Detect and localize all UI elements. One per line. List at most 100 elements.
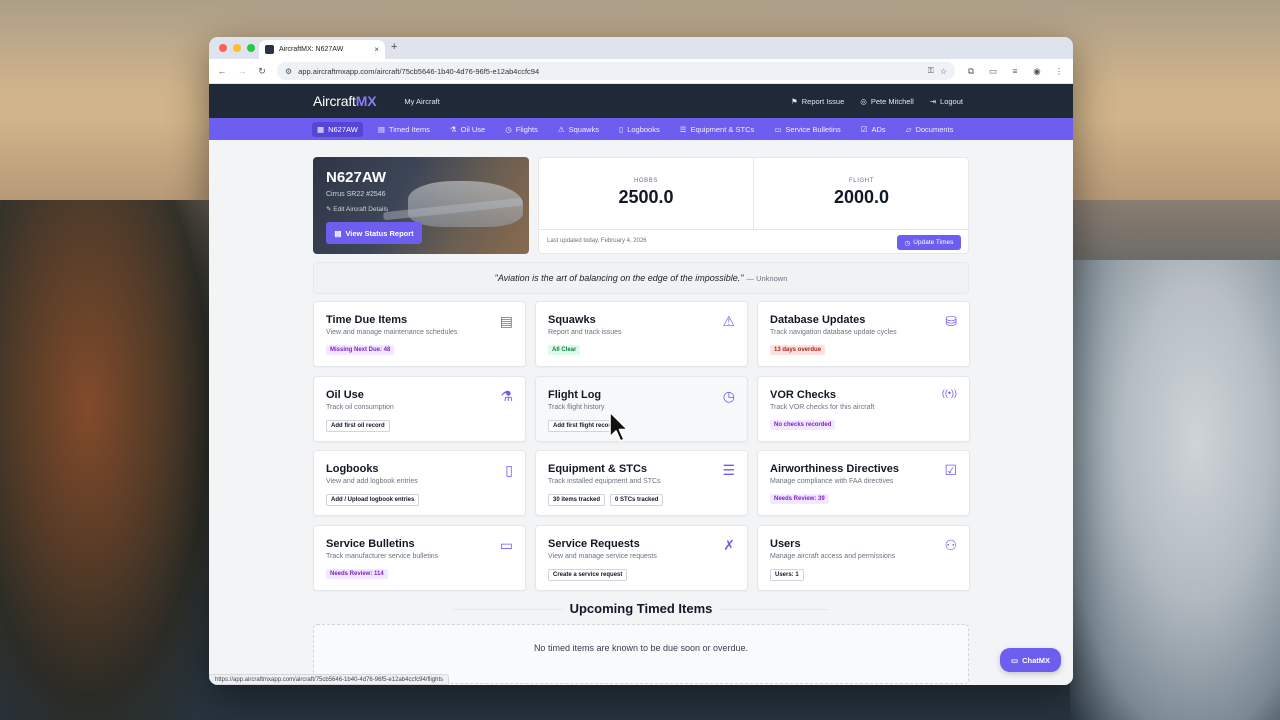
card-logbooks[interactable]: Logbooks View and add logbook entries ▯ Add… [313,450,526,516]
card-description: Track VOR checks for this aircraft [770,404,875,411]
subnav-item-label: N627AW [328,124,358,134]
card-oil-use[interactable]: Oil Use Track oil consumption ⚗ Add first o… [313,376,526,442]
card-title: Oil Use [326,389,364,401]
action-badge[interactable]: Add first oil record [326,420,390,432]
mouse-pointer-icon [609,411,629,442]
status-badge: 13 days overdue [770,345,826,355]
action-badge[interactable]: Add / Upload logbook entries [326,494,420,506]
url-text: app.aircraftmxapp.com/aircraft/75cb5646-… [298,66,540,76]
status-badge: All Clear [548,345,581,355]
view-status-report-button[interactable]: ▤ View Status Report [326,222,422,244]
subnav-item-service-bulletins[interactable]: ▭ Service Bulletins [769,122,846,137]
times-panel: HOBBS 2500.0 FLIGHT 2000.0 Last updated … [538,157,969,254]
card-badges: Needs Review: 39 [770,494,829,504]
flask-icon: ⚗ [500,388,513,404]
favicon-icon [265,45,274,54]
card-badges: Create a service request [548,569,628,581]
extensions-icon[interactable]: ⧉ [965,66,977,77]
web-page: AircraftMX My Aircraft ⚑ Report Issue ◎ Pe… [209,84,1073,685]
subnav-item-logbooks[interactable]: ▯ Logbooks [614,122,665,137]
card-database-updates[interactable]: Database Updates Track navigation databas… [757,301,970,367]
action-badge[interactable]: Users: 1 [770,569,804,581]
tab-bar: AircraftMX: N627AW × + [209,37,1073,59]
maximize-window-button[interactable] [247,44,255,52]
hobbs-value: 2500.0 [618,187,674,207]
grid-icon: ▦ [317,124,325,134]
reload-icon[interactable]: ↻ [257,66,267,77]
logout-icon: ⇥ [929,96,937,106]
action-badge[interactable]: 30 items tracked [548,494,606,506]
database-icon: ⛁ [945,313,957,329]
background-fog [1070,260,1280,720]
site-info-icon[interactable]: ⚙ [285,67,292,76]
subnav-item-timed-items[interactable]: ▤ Timed Items [373,122,435,137]
status-badge: No checks recorded [770,420,836,430]
card-title: Logbooks [326,463,379,475]
update-times-button[interactable]: ◷ Update Times [897,235,961,250]
subnav-item-oil-use[interactable]: ⚗ Oil Use [445,122,490,137]
subnav-item-squawks[interactable]: ⚠ Squawks [553,122,604,137]
forward-icon[interactable]: → [237,66,247,76]
report-document-icon: ▤ [334,228,342,238]
subnav-item-label: Logbooks [627,124,660,134]
menu-icon[interactable]: ⋮ [1053,66,1065,77]
logo-accent: MX [355,93,377,109]
user-circle-icon: ◎ [860,96,867,106]
edit-aircraft-label: Edit Aircraft Details [333,206,389,213]
browser-tab[interactable]: AircraftMX: N627AW × [259,40,385,59]
link-hover-status: https://app.aircraftmxapp.com/aircraft/7… [209,674,450,685]
subnav-item-ads[interactable]: ☑ ADs [856,122,891,137]
card-description: Manage aircraft access and permissions [770,553,896,560]
bookmark-star-icon[interactable]: ☆ [940,67,947,76]
media-icon[interactable]: ≡ [1009,66,1021,76]
sidebar-icon[interactable]: ▭ [987,66,999,77]
card-flight-log[interactable]: Flight Log Track flight history ◷ Add first… [535,376,748,442]
card-squawks[interactable]: Squawks Report and track issues ⚠ All Clear [535,301,748,367]
quote-text: "Aviation is the art of balancing on the… [494,273,744,283]
report-issue-link[interactable]: ⚑ Report Issue [791,97,844,106]
subnav-item-flights[interactable]: ◷ Flights [500,122,543,137]
subnav-item-documents[interactable]: ▱ Documents [901,122,959,137]
view-status-report-label: View Status Report [345,228,414,238]
close-window-button[interactable] [219,44,227,52]
minimize-window-button[interactable] [233,44,241,52]
card-airworthiness-directives[interactable]: Airworthiness Directives Manage complianc… [757,450,970,516]
logout-link[interactable]: ⇥ Logout [930,97,963,106]
subnav-item-equipment-stcs[interactable]: ☰ Equipment & STCs [675,122,760,137]
url-field[interactable]: ⚙ app.aircraftmxapp.com/aircraft/75cb564… [277,62,955,80]
subnav-item-label: Equipment & STCs [690,124,755,134]
card-description: View and add logbook entries [326,478,418,485]
last-updated-text: Last updated today, February 4, 2026 [547,238,647,244]
window-controls [219,44,255,52]
subnav-item-label: Oil Use [460,124,486,134]
user-profile-link[interactable]: ◎ Pete Mitchell [860,97,913,106]
status-badge: Missing Next Due: 48 [326,345,395,355]
profile-icon[interactable]: ◉ [1031,66,1043,77]
card-service-bulletins[interactable]: Service Bulletins Track manufacturer serv… [313,525,526,591]
card-users[interactable]: Users Manage aircraft access and permissi… [757,525,970,591]
action-badge[interactable]: 0 STCs tracked [610,494,664,506]
card-title: Time Due Items [326,314,408,326]
app-logo[interactable]: AircraftMX [313,93,377,109]
my-aircraft-link[interactable]: My Aircraft [404,97,439,106]
list-icon: ☰ [722,462,735,478]
subnav-item-n627aw[interactable]: ▦ N627AW [312,121,363,137]
new-tab-button[interactable]: + [391,41,397,53]
card-service-requests[interactable]: Service Requests View and manage service … [535,525,748,591]
browser-window: AircraftMX: N627AW × + ← → ↻ ⚙ app.aircr… [209,37,1073,685]
edit-aircraft-link[interactable]: ✎ Edit Aircraft Details [326,205,388,213]
flight-label: FLIGHT [849,178,874,184]
action-badge[interactable]: Create a service request [548,569,628,581]
list-icon: ☰ [679,124,687,134]
folder-icon: ▱ [905,124,912,134]
users-icon: ⚇ [944,537,957,553]
card-badges: Needs Review: 114 [326,569,388,579]
close-tab-icon[interactable]: × [374,45,379,54]
back-icon[interactable]: ← [217,66,227,76]
card-equipment-stcs[interactable]: Equipment & STCs Track installed equipmen… [535,450,748,516]
card-vor-checks[interactable]: VOR Checks Track VOR checks for this airc… [757,376,970,442]
chatmx-button[interactable]: ▭ ChatMX [1000,648,1061,672]
logout-label: Logout [940,96,963,106]
password-key-icon[interactable]: ⚿ [928,66,934,76]
card-time-due-items[interactable]: Time Due Items View and manage maintenanc… [313,301,526,367]
